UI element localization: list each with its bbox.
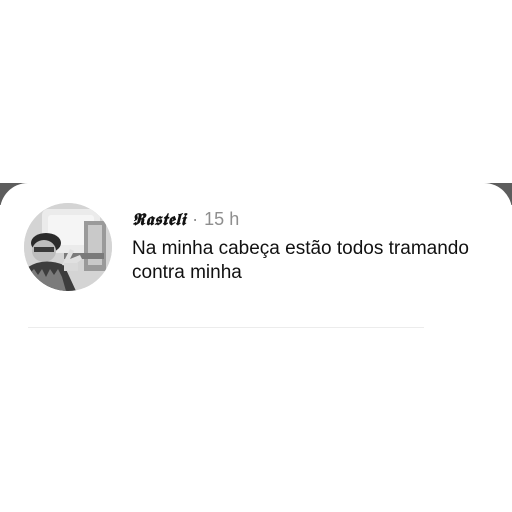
comment-body: 𝕽𝖆𝖘𝖙𝖊𝖑𝖎 · 15 h Na minha cabeça estão tod… (132, 208, 492, 285)
meta-separator: · (192, 209, 199, 229)
timestamp: 15 h (204, 209, 240, 229)
comment-text: Na minha cabeça estão todos tramando con… (132, 238, 469, 283)
username[interactable]: 𝕽𝖆𝖘𝖙𝖊𝖑𝖎 (132, 209, 186, 231)
profile-photo-icon (24, 203, 112, 291)
avatar[interactable] (24, 203, 112, 291)
comment-sheet: 𝕽𝖆𝖘𝖙𝖊𝖑𝖎 · 15 h Na minha cabeça estão tod… (0, 183, 512, 512)
screen: 𝕽𝖆𝖘𝖙𝖊𝖑𝖎 · 15 h Na minha cabeça estão tod… (0, 0, 512, 512)
divider (28, 327, 424, 328)
comment-meta: 𝕽𝖆𝖘𝖙𝖊𝖑𝖎 · 15 h (132, 208, 492, 231)
